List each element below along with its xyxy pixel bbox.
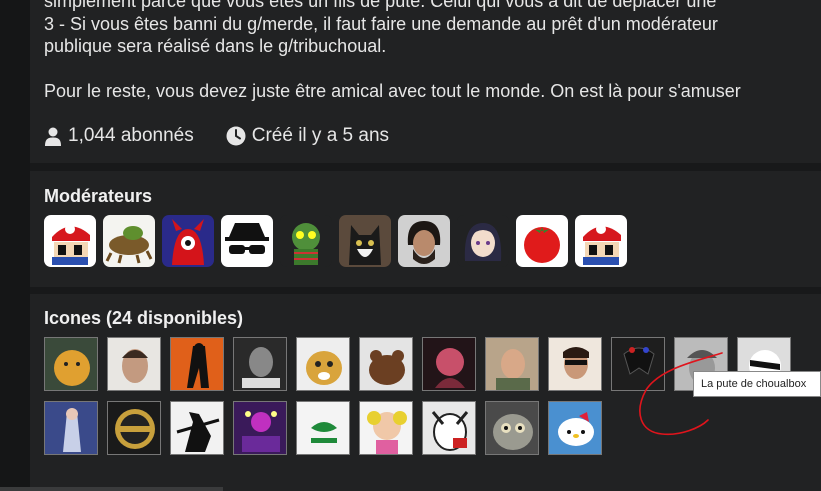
moderator-avatar-cat[interactable] xyxy=(339,215,391,267)
moderator-avatar-frog[interactable] xyxy=(103,215,155,267)
icon-tile[interactable] xyxy=(170,401,224,455)
moderator-avatar-mario-2[interactable] xyxy=(575,215,627,267)
icon-tile[interactable] xyxy=(44,337,98,391)
icons-row-1 xyxy=(44,337,800,391)
icon-tooltip: La pute de choualbox xyxy=(693,371,821,397)
rules-text-cut: simplement parce que vous êtes un fils d… xyxy=(44,0,717,11)
moderator-avatar-devil[interactable] xyxy=(162,215,214,267)
icon-tile[interactable] xyxy=(422,401,476,455)
icons-row-2 xyxy=(44,401,800,455)
subscribers-count: 1,044 abonnés xyxy=(68,125,194,146)
icon-tile[interactable] xyxy=(611,337,665,391)
left-gutter xyxy=(0,0,30,491)
icon-tile[interactable] xyxy=(422,337,476,391)
icon-tile[interactable] xyxy=(359,337,413,391)
icon-tile[interactable] xyxy=(485,401,539,455)
moderator-avatar-mario[interactable] xyxy=(44,215,96,267)
community-info-panel: simplement parce que vous êtes un fils d… xyxy=(30,0,821,163)
icon-tile[interactable] xyxy=(485,337,539,391)
user-icon xyxy=(45,127,61,146)
icon-tile[interactable] xyxy=(107,401,161,455)
icons-grid xyxy=(44,337,800,465)
icon-tile[interactable] xyxy=(233,401,287,455)
icons-title: Icones (24 disponibles) xyxy=(44,308,244,328)
icon-tile[interactable] xyxy=(548,401,602,455)
closing-text: Pour le reste, vous devez juste être ami… xyxy=(44,81,741,101)
community-stats: 1,044 abonnés Créé il y a 5 ans xyxy=(44,125,421,147)
icon-tile[interactable] xyxy=(548,337,602,391)
rule-3-text-continued: publique sera réalisé dans le g/tribucho… xyxy=(44,36,387,56)
clock-icon xyxy=(226,126,246,146)
icon-tile[interactable] xyxy=(233,337,287,391)
moderator-avatar-spy[interactable] xyxy=(221,215,273,267)
icon-tile[interactable] xyxy=(296,401,350,455)
subscribers-stat: 1,044 abonnés xyxy=(44,125,194,147)
icon-tile[interactable] xyxy=(296,337,350,391)
moderators-list xyxy=(44,215,634,267)
created-stat: Créé il y a 5 ans xyxy=(226,125,389,147)
icon-tile[interactable] xyxy=(359,401,413,455)
icon-tile[interactable] xyxy=(107,337,161,391)
moderators-title: Modérateurs xyxy=(44,186,153,206)
icon-tile[interactable] xyxy=(44,401,98,455)
horizontal-scrollbar[interactable] xyxy=(0,487,223,491)
moderator-avatar-anime-girl[interactable] xyxy=(457,215,509,267)
moderator-avatar-tomato[interactable] xyxy=(516,215,568,267)
moderator-avatar-bearded-man[interactable] xyxy=(398,215,450,267)
rule-3-text: 3 - Si vous êtes banni du g/merde, il fa… xyxy=(44,14,718,34)
created-date: Créé il y a 5 ans xyxy=(251,125,390,146)
moderator-avatar-creature[interactable] xyxy=(280,215,332,267)
icon-tile[interactable] xyxy=(170,337,224,391)
moderators-panel: Modérateurs xyxy=(30,171,821,287)
